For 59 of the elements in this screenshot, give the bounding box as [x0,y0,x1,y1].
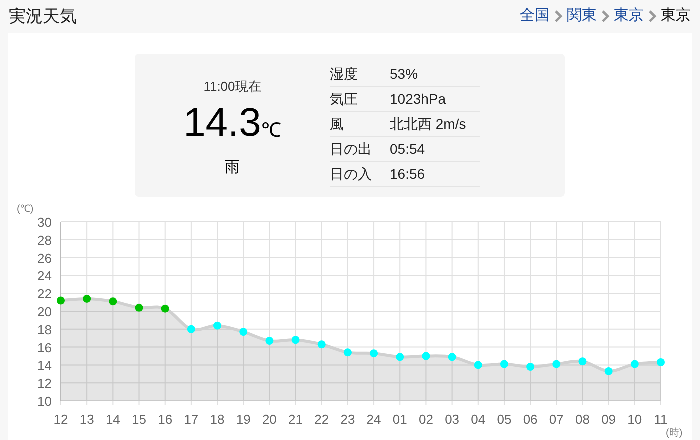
y-tick-label: 18 [38,322,52,338]
detail-label: 湿度 [330,64,359,84]
x-tick-label: 13 [80,412,94,427]
x-tick-label: 11 [654,412,668,427]
x-tick-label: 05 [497,412,512,427]
x-tick-label: 22 [314,412,330,427]
x-tick-label: 01 [392,412,408,427]
chevron-icon [601,10,610,23]
x-tick-label: 04 [471,412,486,427]
chevron-icon [648,10,657,23]
detail-label: 日の出 [330,140,373,158]
x-tick-label: 02 [418,412,434,427]
y-tick-label: 20 [38,304,52,320]
x-tick-label: 12 [54,412,68,427]
detail-label: 日の入 [330,164,373,184]
x-tick-label: 14 [106,412,120,427]
x-tick-label: 10 [628,412,642,427]
x-tick-label: 09 [602,412,616,427]
y-axis-label: (℃) [17,204,34,215]
temperature-value: 14.3 [184,100,262,144]
x-tick-label: 07 [549,412,564,427]
page-title: 実況天気 [9,6,77,28]
detail-label: 風 [330,114,345,134]
x-tick-label: 08 [576,412,590,427]
detail-value: 1023hPa [390,90,446,108]
temperature-unit: ℃ [261,118,282,144]
y-tick-label: 16 [38,340,52,356]
x-tick-label: 19 [236,412,251,427]
y-tick-label: 30 [38,215,52,230]
breadcrumb-link[interactable]: 東京 [614,5,644,28]
breadcrumb-current: 東京 [661,6,691,26]
weather-condition: 雨 [225,158,240,178]
detail-value: 北北西 2m/s [390,114,466,134]
breadcrumb-link[interactable]: 全国 [520,5,550,28]
x-tick-label: 15 [132,412,146,427]
observation-time: 11:00現在 [204,78,262,96]
x-tick-label: 06 [523,412,538,427]
detail-label: 気圧 [330,90,359,108]
x-tick-label: 24 [366,412,382,427]
x-tick-label: 03 [445,412,460,427]
detail-value: 05:54 [390,140,426,158]
chevron-icon [554,10,563,23]
breadcrumb-link[interactable]: 関東 [567,5,597,28]
y-tick-label: 14 [38,358,52,374]
x-tick-label: 16 [158,412,173,427]
y-tick-label: 24 [38,268,52,284]
x-tick-label: 17 [184,412,199,427]
x-tick-label: 23 [340,412,356,427]
detail-value: 53% [390,64,418,84]
y-tick-label: 10 [38,394,52,409]
y-tick-label: 22 [38,286,52,302]
x-tick-label: 21 [288,412,304,427]
y-tick-label: 12 [38,376,52,392]
y-tick-label: 26 [38,250,52,266]
detail-value: 16:56 [390,164,426,184]
y-tick-label: 28 [38,232,52,248]
x-tick-label: 18 [210,412,225,427]
x-axis-label: (時) [666,428,683,439]
x-tick-label: 20 [262,412,277,427]
